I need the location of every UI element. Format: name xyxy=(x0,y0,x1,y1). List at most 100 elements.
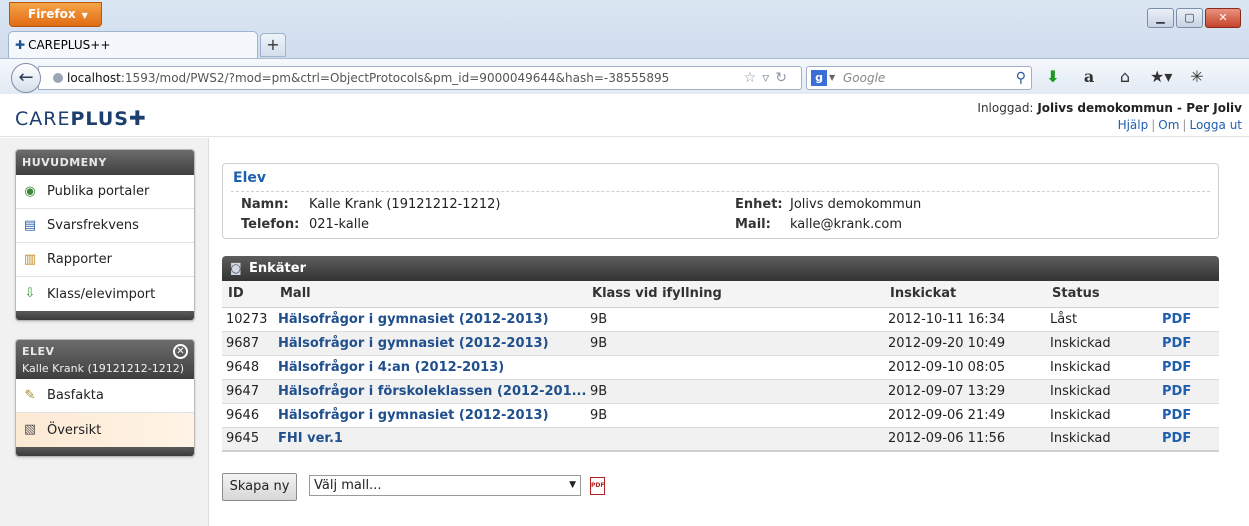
column-header-id: ID xyxy=(222,281,274,308)
logo-plus: PLUS xyxy=(70,108,129,130)
overview-icon: ▧ xyxy=(23,422,37,437)
sidebar-item-publika-portaler[interactable]: ◉ Publika portaler xyxy=(16,175,194,209)
portal-icon: ◉ xyxy=(24,183,36,199)
history-dropdown-icon[interactable]: ▿ xyxy=(762,70,775,86)
import-icon: ⇩ xyxy=(24,286,36,301)
back-button[interactable]: ← xyxy=(11,63,41,93)
row-mall-link[interactable]: Hälsofrågor i gymnasiet (2012-2013) xyxy=(274,403,586,428)
row-pdf-link[interactable]: PDF xyxy=(1158,379,1219,404)
minimize-button[interactable]: ▁ xyxy=(1147,8,1174,28)
addon-icon[interactable]: ✳ xyxy=(1186,67,1208,87)
row-klass xyxy=(586,355,884,380)
search-icon[interactable]: ⚲ xyxy=(1016,67,1026,89)
row-status: Inskickad xyxy=(1046,403,1158,428)
about-link[interactable]: Om xyxy=(1158,118,1179,132)
home-icon[interactable]: ⌂ xyxy=(1114,67,1136,87)
help-link[interactable]: Hjälp xyxy=(1118,118,1149,132)
amazon-icon[interactable]: a xyxy=(1078,67,1100,87)
row-mall-link[interactable]: FHI ver.1 xyxy=(274,427,586,452)
sidebar-item-basfakta[interactable]: ✎ Basfakta xyxy=(16,379,194,413)
close-icon[interactable]: ✕ xyxy=(173,344,188,359)
column-header-pdf xyxy=(1158,281,1219,308)
row-status: Inskickad xyxy=(1046,331,1158,356)
sidebar-item-oversikt[interactable]: ▧ Översikt xyxy=(16,413,194,447)
column-header-klass: Klass vid ifyllning xyxy=(586,281,884,308)
globe-icon xyxy=(53,73,63,83)
firefox-menu-button[interactable]: Firefox ▼ xyxy=(9,2,102,27)
column-header-status: Status xyxy=(1046,281,1158,308)
student-info-panel: Elev Namn: Kalle Krank (19121212-1212) T… xyxy=(222,163,1219,239)
sidebar-divider xyxy=(208,138,209,526)
document-icon: ▤ xyxy=(23,217,37,233)
panel-divider xyxy=(231,191,1210,192)
name-label: Namn: xyxy=(241,197,289,212)
login-user: Jolivs demokommun - Per Joliv xyxy=(1037,101,1242,115)
create-new-button[interactable]: Skapa ny xyxy=(222,473,297,501)
row-mall-link[interactable]: Hälsofrågor i förskoleklassen (2012-201.… xyxy=(274,379,586,404)
template-select-value: Välj mall... xyxy=(314,478,382,493)
surveys-header: ◙ Enkäter xyxy=(222,256,1219,281)
elev-menu: ELEV Kalle Krank (19121212-1212) ✕ ✎ Basf… xyxy=(15,339,195,457)
row-id: 9648 xyxy=(222,355,274,380)
row-pdf-link[interactable]: PDF xyxy=(1158,355,1219,380)
row-inskickat: 2012-09-10 08:05 xyxy=(884,355,1046,380)
surveys-table: ID Mall Klass vid ifyllning Inskickat St… xyxy=(222,281,1219,452)
row-inskickat: 2012-09-06 11:56 xyxy=(884,427,1046,452)
sidebar-item-svarsfrekvens[interactable]: ▤ Svarsfrekvens xyxy=(16,209,194,243)
row-klass: 9B xyxy=(586,379,884,404)
row-pdf-link[interactable]: PDF xyxy=(1158,403,1219,428)
careplus-logo: CAREPLUS✚ xyxy=(15,106,147,130)
row-klass: 9B xyxy=(586,331,884,356)
table-row: 10273 Hälsofrågor i gymnasiet (2012-2013… xyxy=(222,307,1219,332)
row-mall-link[interactable]: Hälsofrågor i gymnasiet (2012-2013) xyxy=(274,307,586,332)
browser-tab[interactable]: ✚ CAREPLUS++ xyxy=(8,31,258,59)
table-row: 9648 Hälsofrågor i 4:an (2012-2013) 2012… xyxy=(222,355,1219,380)
sidebar-item-rapporter[interactable]: ▥ Rapporter xyxy=(16,243,194,277)
browser-chrome: Firefox ▼ ▁ ▢ ✕ ✚ CAREPLUS++ + localhost:1… xyxy=(0,0,1249,94)
bookmark-star-icon[interactable]: ☆ xyxy=(744,70,763,86)
elev-menu-header: ELEV Kalle Krank (19121212-1212) ✕ xyxy=(16,340,194,379)
unit-label: Enhet: xyxy=(735,197,783,212)
template-select[interactable]: Välj mall... ▼ xyxy=(309,475,581,496)
sidebar-item-label: Rapporter xyxy=(47,252,112,267)
row-klass: 9B xyxy=(586,403,884,428)
row-mall-link[interactable]: Hälsofrågor i 4:an (2012-2013) xyxy=(274,355,586,380)
surveys-title: Enkäter xyxy=(249,261,306,276)
elev-menu-title: ELEV xyxy=(22,345,55,358)
row-id: 9645 xyxy=(222,427,274,452)
bookmarks-icon[interactable]: ★▾ xyxy=(1150,67,1172,87)
row-status: Inskickad xyxy=(1046,379,1158,404)
search-input[interactable]: g ▼ Google ⚲ xyxy=(806,66,1032,90)
row-id: 9646 xyxy=(222,403,274,428)
sidebar-item-klass-elevimport[interactable]: ⇩ Klass/elevimport xyxy=(16,277,194,311)
close-window-button[interactable]: ✕ xyxy=(1205,8,1241,28)
phone-label: Telefon: xyxy=(241,217,300,232)
row-pdf-link[interactable]: PDF xyxy=(1158,331,1219,356)
header-links: Hjälp | Om | Logga ut xyxy=(1117,118,1242,132)
row-klass xyxy=(586,427,884,452)
row-status: Inskickad xyxy=(1046,427,1158,452)
table-row: 9646 Hälsofrågor i gymnasiet (2012-2013)… xyxy=(222,403,1219,428)
row-id: 10273 xyxy=(222,307,274,332)
table-header-row: ID Mall Klass vid ifyllning Inskickat St… xyxy=(222,281,1219,308)
row-pdf-link[interactable]: PDF xyxy=(1158,307,1219,332)
chevron-down-icon: ▼ xyxy=(569,480,576,490)
row-mall-link[interactable]: Hälsofrågor i gymnasiet (2012-2013) xyxy=(274,331,586,356)
window-controls: ▁ ▢ ✕ xyxy=(1147,8,1241,28)
maximize-button[interactable]: ▢ xyxy=(1176,8,1203,28)
logout-link[interactable]: Logga ut xyxy=(1189,118,1242,132)
reload-icon[interactable]: ↻ xyxy=(775,70,793,86)
table-row: 9645 FHI ver.1 2012-09-06 11:56 Inskicka… xyxy=(222,427,1219,452)
row-inskickat: 2012-09-20 10:49 xyxy=(884,331,1046,356)
url-bar[interactable]: localhost:1593/mod/PWS2/?mod=pm&ctrl=Obj… xyxy=(38,66,802,90)
row-pdf-link[interactable]: PDF xyxy=(1158,427,1219,452)
download-icon[interactable]: ⬇ xyxy=(1042,67,1064,87)
login-prefix: Inloggad: xyxy=(977,101,1034,115)
column-header-mall: Mall xyxy=(274,281,586,308)
search-engine-dropdown-icon[interactable]: ▼ xyxy=(829,67,835,89)
unit-value: Jolivs demokommun xyxy=(790,197,922,212)
pdf-icon[interactable]: PDF xyxy=(590,477,605,495)
new-tab-button[interactable]: + xyxy=(260,33,286,57)
chart-icon: ▥ xyxy=(23,251,37,267)
row-inskickat: 2012-10-11 16:34 xyxy=(884,307,1046,332)
